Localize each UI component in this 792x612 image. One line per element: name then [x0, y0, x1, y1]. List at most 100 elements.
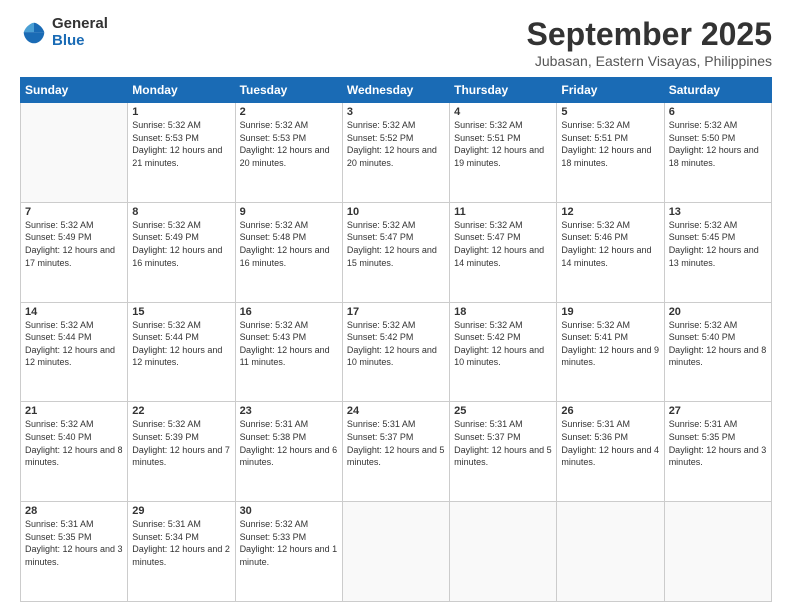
- header: General Blue September 2025 Jubasan, Eas…: [20, 16, 772, 69]
- cell-info: Sunrise: 5:32 AM Sunset: 5:40 PM Dayligh…: [669, 319, 767, 369]
- calendar-cell: 22Sunrise: 5:32 AM Sunset: 5:39 PM Dayli…: [128, 402, 235, 502]
- calendar-cell: 14Sunrise: 5:32 AM Sunset: 5:44 PM Dayli…: [21, 302, 128, 402]
- calendar-cell: 28Sunrise: 5:31 AM Sunset: 5:35 PM Dayli…: [21, 502, 128, 602]
- logo-general: General: [52, 16, 108, 33]
- cell-info: Sunrise: 5:31 AM Sunset: 5:37 PM Dayligh…: [347, 418, 445, 468]
- cell-info: Sunrise: 5:32 AM Sunset: 5:42 PM Dayligh…: [454, 319, 552, 369]
- cell-info: Sunrise: 5:32 AM Sunset: 5:43 PM Dayligh…: [240, 319, 338, 369]
- logo-icon: [20, 19, 48, 47]
- cell-info: Sunrise: 5:32 AM Sunset: 5:51 PM Dayligh…: [561, 119, 659, 169]
- day-number: 27: [669, 405, 767, 417]
- day-number: 15: [132, 306, 230, 318]
- day-number: 30: [240, 505, 338, 517]
- calendar-cell: 29Sunrise: 5:31 AM Sunset: 5:34 PM Dayli…: [128, 502, 235, 602]
- weekday-header-tuesday: Tuesday: [235, 78, 342, 103]
- cell-info: Sunrise: 5:32 AM Sunset: 5:33 PM Dayligh…: [240, 518, 338, 568]
- day-number: 25: [454, 405, 552, 417]
- weekday-header-thursday: Thursday: [450, 78, 557, 103]
- day-number: 28: [25, 505, 123, 517]
- calendar-cell: 30Sunrise: 5:32 AM Sunset: 5:33 PM Dayli…: [235, 502, 342, 602]
- cell-info: Sunrise: 5:32 AM Sunset: 5:51 PM Dayligh…: [454, 119, 552, 169]
- calendar-cell: 10Sunrise: 5:32 AM Sunset: 5:47 PM Dayli…: [342, 202, 449, 302]
- cell-info: Sunrise: 5:32 AM Sunset: 5:49 PM Dayligh…: [25, 219, 123, 269]
- calendar-cell: 12Sunrise: 5:32 AM Sunset: 5:46 PM Dayli…: [557, 202, 664, 302]
- day-number: 18: [454, 306, 552, 318]
- weekday-header-wednesday: Wednesday: [342, 78, 449, 103]
- cell-info: Sunrise: 5:32 AM Sunset: 5:53 PM Dayligh…: [132, 119, 230, 169]
- day-number: 1: [132, 106, 230, 118]
- cell-info: Sunrise: 5:32 AM Sunset: 5:44 PM Dayligh…: [132, 319, 230, 369]
- day-number: 10: [347, 206, 445, 218]
- logo-text: General Blue: [52, 16, 108, 49]
- calendar-cell: 17Sunrise: 5:32 AM Sunset: 5:42 PM Dayli…: [342, 302, 449, 402]
- calendar-cell: 5Sunrise: 5:32 AM Sunset: 5:51 PM Daylig…: [557, 103, 664, 203]
- cell-info: Sunrise: 5:31 AM Sunset: 5:35 PM Dayligh…: [669, 418, 767, 468]
- calendar-cell: 24Sunrise: 5:31 AM Sunset: 5:37 PM Dayli…: [342, 402, 449, 502]
- day-number: 20: [669, 306, 767, 318]
- weekday-header-saturday: Saturday: [664, 78, 771, 103]
- week-row-1: 1Sunrise: 5:32 AM Sunset: 5:53 PM Daylig…: [21, 103, 772, 203]
- calendar-cell: 19Sunrise: 5:32 AM Sunset: 5:41 PM Dayli…: [557, 302, 664, 402]
- calendar-cell: [450, 502, 557, 602]
- calendar-cell: 9Sunrise: 5:32 AM Sunset: 5:48 PM Daylig…: [235, 202, 342, 302]
- weekday-header-row: SundayMondayTuesdayWednesdayThursdayFrid…: [21, 78, 772, 103]
- logo-blue: Blue: [52, 33, 108, 50]
- calendar-cell: 13Sunrise: 5:32 AM Sunset: 5:45 PM Dayli…: [664, 202, 771, 302]
- day-number: 19: [561, 306, 659, 318]
- calendar-cell: 3Sunrise: 5:32 AM Sunset: 5:52 PM Daylig…: [342, 103, 449, 203]
- calendar-cell: [664, 502, 771, 602]
- day-number: 26: [561, 405, 659, 417]
- day-number: 29: [132, 505, 230, 517]
- cell-info: Sunrise: 5:32 AM Sunset: 5:44 PM Dayligh…: [25, 319, 123, 369]
- cell-info: Sunrise: 5:32 AM Sunset: 5:52 PM Dayligh…: [347, 119, 445, 169]
- calendar-cell: 26Sunrise: 5:31 AM Sunset: 5:36 PM Dayli…: [557, 402, 664, 502]
- cell-info: Sunrise: 5:32 AM Sunset: 5:39 PM Dayligh…: [132, 418, 230, 468]
- calendar-cell: 1Sunrise: 5:32 AM Sunset: 5:53 PM Daylig…: [128, 103, 235, 203]
- day-number: 5: [561, 106, 659, 118]
- logo: General Blue: [20, 16, 108, 49]
- week-row-4: 21Sunrise: 5:32 AM Sunset: 5:40 PM Dayli…: [21, 402, 772, 502]
- week-row-2: 7Sunrise: 5:32 AM Sunset: 5:49 PM Daylig…: [21, 202, 772, 302]
- day-number: 13: [669, 206, 767, 218]
- weekday-header-monday: Monday: [128, 78, 235, 103]
- cell-info: Sunrise: 5:32 AM Sunset: 5:46 PM Dayligh…: [561, 219, 659, 269]
- day-number: 23: [240, 405, 338, 417]
- day-number: 8: [132, 206, 230, 218]
- calendar-table: SundayMondayTuesdayWednesdayThursdayFrid…: [20, 77, 772, 602]
- month-title: September 2025: [527, 16, 772, 53]
- calendar-cell: [21, 103, 128, 203]
- calendar-cell: 4Sunrise: 5:32 AM Sunset: 5:51 PM Daylig…: [450, 103, 557, 203]
- cell-info: Sunrise: 5:32 AM Sunset: 5:42 PM Dayligh…: [347, 319, 445, 369]
- day-number: 12: [561, 206, 659, 218]
- calendar-cell: 23Sunrise: 5:31 AM Sunset: 5:38 PM Dayli…: [235, 402, 342, 502]
- week-row-5: 28Sunrise: 5:31 AM Sunset: 5:35 PM Dayli…: [21, 502, 772, 602]
- location-title: Jubasan, Eastern Visayas, Philippines: [527, 53, 772, 69]
- week-row-3: 14Sunrise: 5:32 AM Sunset: 5:44 PM Dayli…: [21, 302, 772, 402]
- calendar-cell: 18Sunrise: 5:32 AM Sunset: 5:42 PM Dayli…: [450, 302, 557, 402]
- calendar-cell: 8Sunrise: 5:32 AM Sunset: 5:49 PM Daylig…: [128, 202, 235, 302]
- weekday-header-friday: Friday: [557, 78, 664, 103]
- day-number: 6: [669, 106, 767, 118]
- cell-info: Sunrise: 5:32 AM Sunset: 5:45 PM Dayligh…: [669, 219, 767, 269]
- calendar-cell: 20Sunrise: 5:32 AM Sunset: 5:40 PM Dayli…: [664, 302, 771, 402]
- day-number: 16: [240, 306, 338, 318]
- day-number: 11: [454, 206, 552, 218]
- calendar-cell: 7Sunrise: 5:32 AM Sunset: 5:49 PM Daylig…: [21, 202, 128, 302]
- day-number: 4: [454, 106, 552, 118]
- calendar-cell: 6Sunrise: 5:32 AM Sunset: 5:50 PM Daylig…: [664, 103, 771, 203]
- day-number: 7: [25, 206, 123, 218]
- cell-info: Sunrise: 5:31 AM Sunset: 5:35 PM Dayligh…: [25, 518, 123, 568]
- day-number: 17: [347, 306, 445, 318]
- calendar-cell: 25Sunrise: 5:31 AM Sunset: 5:37 PM Dayli…: [450, 402, 557, 502]
- calendar-cell: [557, 502, 664, 602]
- cell-info: Sunrise: 5:31 AM Sunset: 5:36 PM Dayligh…: [561, 418, 659, 468]
- calendar-cell: [342, 502, 449, 602]
- cell-info: Sunrise: 5:31 AM Sunset: 5:38 PM Dayligh…: [240, 418, 338, 468]
- calendar-cell: 27Sunrise: 5:31 AM Sunset: 5:35 PM Dayli…: [664, 402, 771, 502]
- calendar-cell: 11Sunrise: 5:32 AM Sunset: 5:47 PM Dayli…: [450, 202, 557, 302]
- calendar-cell: 16Sunrise: 5:32 AM Sunset: 5:43 PM Dayli…: [235, 302, 342, 402]
- cell-info: Sunrise: 5:32 AM Sunset: 5:40 PM Dayligh…: [25, 418, 123, 468]
- title-area: September 2025 Jubasan, Eastern Visayas,…: [527, 16, 772, 69]
- day-number: 21: [25, 405, 123, 417]
- day-number: 24: [347, 405, 445, 417]
